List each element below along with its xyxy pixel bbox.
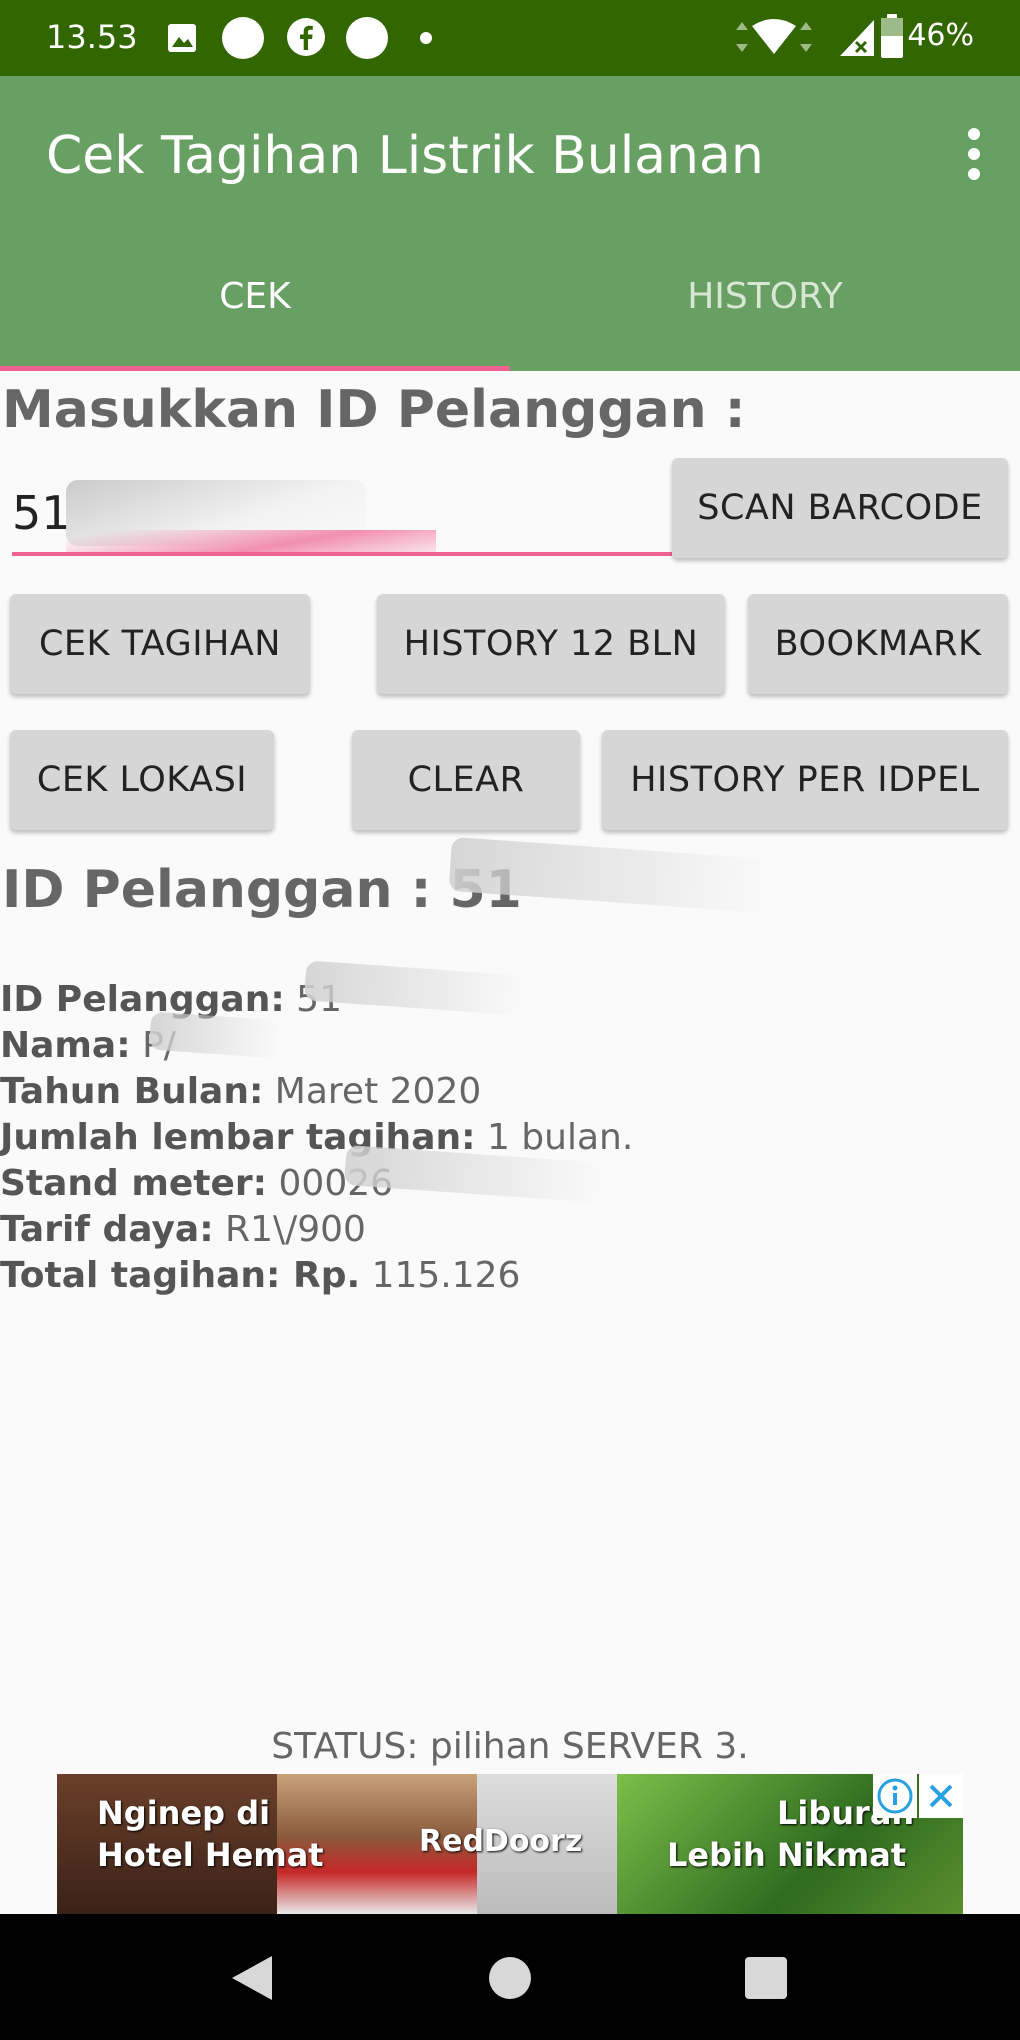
active-tab-indicator [0,366,510,371]
app-bar: Cek Tagihan Listrik Bulanan CEK HISTORY [0,76,1020,371]
facebook-icon [287,18,325,56]
cell-signal-icon [840,20,874,56]
more-notifications-dot-icon [420,32,432,44]
id-pelanggan-input[interactable]: 51 [12,470,672,558]
navigation-bar [0,1914,1020,2040]
cek-tagihan-button[interactable]: CEK TAGIHAN [10,594,310,694]
result-row-jumlah-lembar: Jumlah lembar tagihan: 1 bulan. [0,1117,634,1158]
input-highlight [66,530,436,552]
tab-history[interactable]: HISTORY [510,276,1020,317]
scan-barcode-button[interactable]: SCAN BARCODE [672,458,1008,558]
status-time: 13.53 [46,18,138,56]
result-heading: ID Pelanggan : 51 [2,860,522,920]
result-row-tahun-bulan: Tahun Bulan: Maret 2020 [0,1071,482,1112]
ad-right-text-2: Lebih Nikmat [667,1836,907,1874]
ad-left-text-2: Hotel Hemat [97,1836,324,1874]
cek-lokasi-button[interactable]: CEK LOKASI [10,730,274,830]
tab-cek[interactable]: CEK [0,276,510,317]
ad-brand-logo: RedDoorz [419,1824,583,1859]
overflow-menu-icon[interactable] [956,124,992,184]
result-row-total-tagihan: Total tagihan: Rp. 115.126 [0,1255,521,1296]
result-row-tarif-daya: Tarif daya: R1\/900 [0,1209,366,1250]
battery-percent: 46% [907,18,974,53]
ad-close-icon[interactable] [919,1774,963,1818]
clear-button[interactable]: CLEAR [352,730,580,830]
image-icon [168,24,196,52]
ad-info-icon[interactable] [873,1774,917,1818]
status-bar: 13.53 46% [0,0,1020,76]
circle-notification-icon [222,17,264,59]
battery-icon [881,14,903,58]
home-icon[interactable] [488,1956,532,2000]
id-input-value: 51 [12,486,71,540]
history-per-idpel-button[interactable]: HISTORY PER IDPEL [602,730,1008,830]
input-underline [12,552,672,556]
recents-icon[interactable] [744,1956,788,2000]
back-icon[interactable] [230,1954,274,2002]
ad-left-text-1: Nginep di [97,1794,271,1832]
bookmark-button[interactable]: BOOKMARK [748,594,1008,694]
circle-notification-icon [346,17,388,59]
server-status-text: STATUS: pilihan SERVER 3. [271,1726,749,1767]
history-12-bln-button[interactable]: HISTORY 12 BLN [377,594,725,694]
ad-banner[interactable]: Nginep di Hotel Hemat RedDoorz Liburan L… [57,1774,963,1914]
wifi-icon [736,19,812,54]
result-row-stand-meter: Stand meter: 00026 [0,1163,394,1204]
id-prompt-label: Masukkan ID Pelanggan : [2,380,746,440]
app-title: Cek Tagihan Listrik Bulanan [46,126,764,186]
